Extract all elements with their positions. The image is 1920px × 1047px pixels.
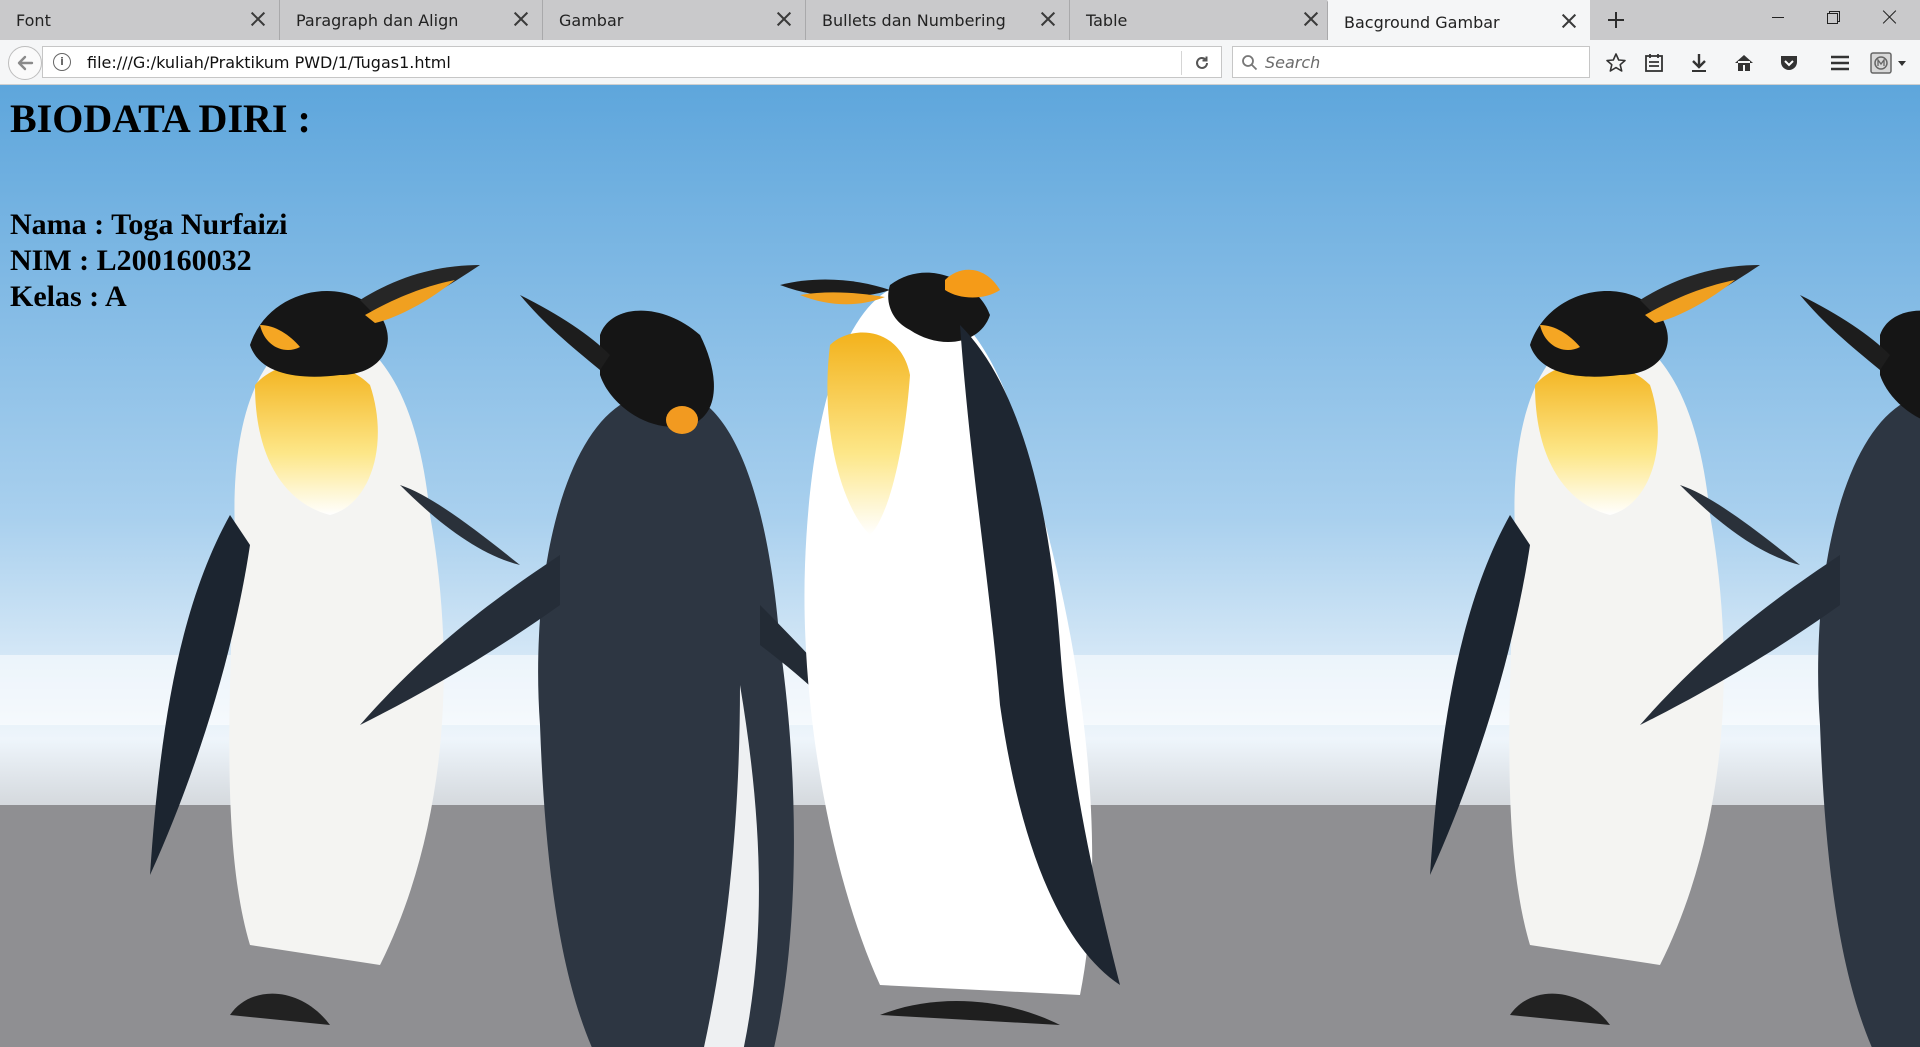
info-icon[interactable]: i <box>53 53 71 71</box>
url-divider <box>1181 51 1182 75</box>
tab-label: Font <box>16 11 51 30</box>
restore-button[interactable] <box>1806 0 1862 34</box>
page-heading: BIODATA DIRI : <box>10 96 311 141</box>
tab-bullets-dan-numbering[interactable]: Bullets dan Numbering <box>806 0 1070 40</box>
biodata-name: Nama : Toga Nurfaizi <box>10 208 288 241</box>
tab-label: Bullets dan Numbering <box>822 11 1006 30</box>
reading-list-icon[interactable] <box>1643 52 1665 74</box>
menu-icon[interactable] <box>1829 52 1851 74</box>
biodata-kelas: Kelas : A <box>10 280 127 313</box>
close-tab-icon[interactable] <box>773 8 795 30</box>
tab-font[interactable]: Font <box>0 0 280 40</box>
penguin-background-image-tile <box>1280 85 1920 1047</box>
tab-label: Paragraph dan Align <box>296 11 459 30</box>
close-tab-icon[interactable] <box>510 8 532 30</box>
url-bar[interactable]: i file:///G:/kuliah/Praktikum PWD/1/Tuga… <box>42 46 1222 78</box>
tab-bacground-gambar[interactable]: Bacground Gambar <box>1327 0 1590 40</box>
tab-label: Gambar <box>559 11 624 30</box>
new-tab-button[interactable] <box>1600 6 1632 34</box>
reload-icon[interactable] <box>1193 54 1211 72</box>
minimize-button[interactable] <box>1750 0 1806 34</box>
extension-icon[interactable] <box>1870 52 1910 74</box>
tab-paragraph-dan-align[interactable]: Paragraph dan Align <box>280 0 543 40</box>
back-arrow-icon <box>17 55 34 71</box>
biodata-nim: NIM : L200160032 <box>10 244 252 277</box>
close-tab-icon[interactable] <box>1037 8 1059 30</box>
search-input[interactable]: Search <box>1265 53 1320 72</box>
tab-table[interactable]: Table <box>1070 0 1333 40</box>
bookmark-star-icon[interactable] <box>1605 52 1627 74</box>
page-content: BIODATA DIRI : Nama : Toga Nurfaizi NIM … <box>0 85 1920 1047</box>
close-window-button[interactable] <box>1862 0 1918 34</box>
home-icon[interactable] <box>1733 52 1755 74</box>
close-tab-icon[interactable] <box>247 8 269 30</box>
tab-label: Table <box>1086 11 1128 30</box>
tab-strip: Font Paragraph dan Align Gambar Bullets … <box>0 0 1920 40</box>
search-bar[interactable]: Search <box>1232 46 1590 78</box>
close-tab-icon[interactable] <box>1300 8 1322 30</box>
search-icon <box>1242 55 1258 71</box>
back-button[interactable] <box>8 46 42 80</box>
tab-label: Bacground Gambar <box>1344 13 1500 32</box>
biodata-block: BIODATA DIRI : Nama : Toga Nurfaizi NIM … <box>10 97 311 315</box>
tab-gambar[interactable]: Gambar <box>543 0 806 40</box>
pocket-icon[interactable] <box>1778 52 1800 74</box>
download-icon[interactable] <box>1688 52 1710 74</box>
navigation-bar: i file:///G:/kuliah/Praktikum PWD/1/Tuga… <box>0 40 1920 85</box>
url-text: file:///G:/kuliah/Praktikum PWD/1/Tugas1… <box>87 53 451 72</box>
close-tab-icon[interactable] <box>1558 10 1580 32</box>
